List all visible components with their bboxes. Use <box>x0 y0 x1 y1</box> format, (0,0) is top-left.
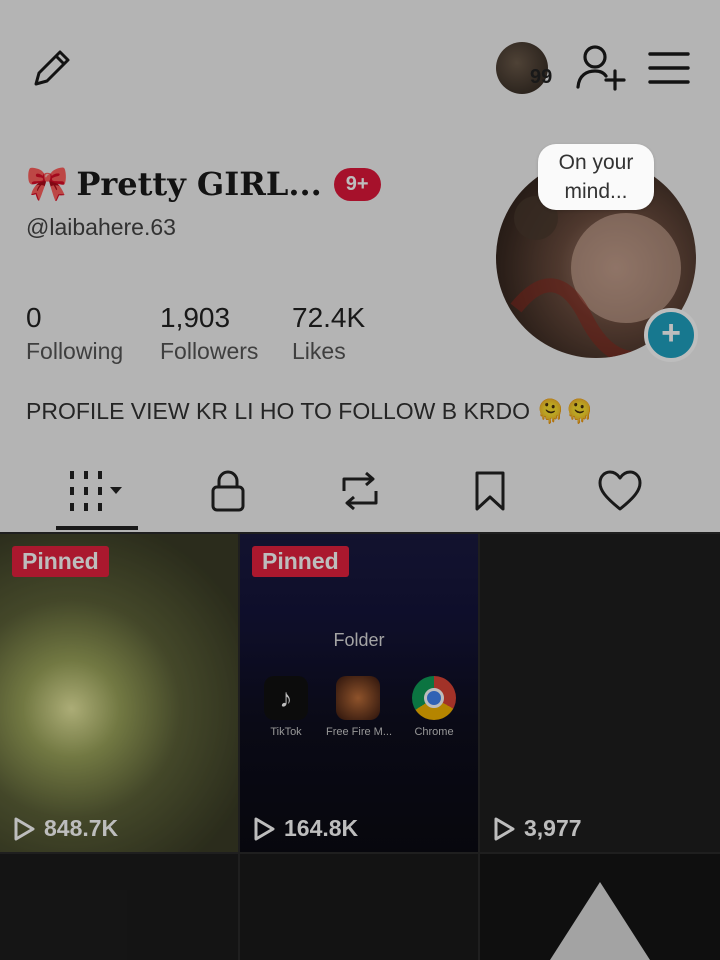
app-name: TikTok <box>270 726 302 738</box>
chevron-down-icon <box>110 487 122 494</box>
app-chrome: Chrome <box>402 676 466 738</box>
view-count-value: 848.7K <box>44 815 119 841</box>
name-row: 🎀 Pretty GIRL... 9+ <box>26 164 381 204</box>
bubble-line-1: On your <box>558 151 634 174</box>
profile-tabs <box>0 458 720 532</box>
followers-count: 1,903 <box>160 302 231 333</box>
add-user-icon[interactable] <box>572 40 628 96</box>
tab-saved[interactable] <box>450 466 530 516</box>
following-label: Following <box>26 338 124 364</box>
bow-emoji: 🎀 <box>26 165 69 203</box>
status-bubble[interactable]: On your mind... <box>538 144 654 210</box>
view-count-value: 164.8K <box>284 815 359 841</box>
bio: PROFILE VIEW KR LI HO TO FOLLOW B KRDO 🫠… <box>26 398 594 425</box>
video-thumbnail[interactable]: Pinned 848.7K <box>0 534 238 852</box>
view-count: 848.7K <box>12 815 118 842</box>
play-icon <box>254 817 275 840</box>
display-name: Pretty GIRL... <box>76 165 322 203</box>
app-name: Free Fire M... <box>326 726 393 738</box>
likes-count: 72.4K <box>292 302 366 333</box>
chrome-icon <box>412 676 456 720</box>
tab-videos[interactable] <box>56 466 136 516</box>
view-count: 164.8K <box>252 815 358 842</box>
tiktok-icon: ♪ <box>264 676 308 720</box>
likes-label: Likes <box>292 338 346 364</box>
view-count-value: 3,977 <box>524 815 582 841</box>
add-story-button[interactable]: + <box>644 308 698 362</box>
likes-stat[interactable]: 72.4K Likes <box>292 302 365 365</box>
app-name: Chrome <box>414 726 454 738</box>
bio-text: PROFILE VIEW KR LI HO TO FOLLOW B KRDO <box>26 398 530 424</box>
pinned-badge: Pinned <box>12 546 109 577</box>
video-thumbnail[interactable]: 3,977 <box>480 534 720 852</box>
view-count: 3,977 <box>492 815 582 842</box>
video-thumbnail[interactable] <box>0 854 238 960</box>
bubble-line-2: mind... <box>564 180 628 203</box>
app-freefire: Free Fire M... <box>326 676 393 738</box>
notification-badge[interactable]: 9+ <box>333 167 381 201</box>
edit-pencil-icon[interactable] <box>26 42 78 94</box>
freefire-icon <box>336 676 380 720</box>
username: @laibahere.63 <box>26 214 176 240</box>
avatar-count-badge: 99 <box>530 66 553 88</box>
following-stat[interactable]: 0 Following <box>26 302 123 365</box>
video-thumbnail[interactable] <box>240 854 478 960</box>
video-grid: Pinned 848.7K Pinned Folder ♪ TikTok Fre… <box>0 534 720 960</box>
play-icon <box>14 817 35 840</box>
play-icon <box>494 817 515 840</box>
bio-emoji: 🫠🫠 <box>536 398 594 424</box>
profile-section: 99 🎀 Pretty GIRL... 9+ @laibahere.63 0 F… <box>0 0 720 532</box>
tab-liked[interactable] <box>580 466 660 516</box>
followers-label: Followers <box>160 338 259 364</box>
app-tiktok: ♪ TikTok <box>254 676 318 738</box>
menu-icon[interactable] <box>646 46 692 90</box>
active-tab-indicator <box>56 526 138 530</box>
video-thumbnail[interactable]: Pinned Folder ♪ TikTok Free Fire M... Ch… <box>240 534 478 852</box>
followers-stat[interactable]: 1,903 Followers <box>160 302 258 365</box>
following-count: 0 <box>26 302 42 333</box>
folder-title: Folder <box>333 630 385 650</box>
pinned-badge: Pinned <box>252 546 349 577</box>
tab-private[interactable] <box>188 466 268 516</box>
tab-reposts[interactable] <box>320 466 400 516</box>
video-thumbnail[interactable] <box>480 854 720 960</box>
